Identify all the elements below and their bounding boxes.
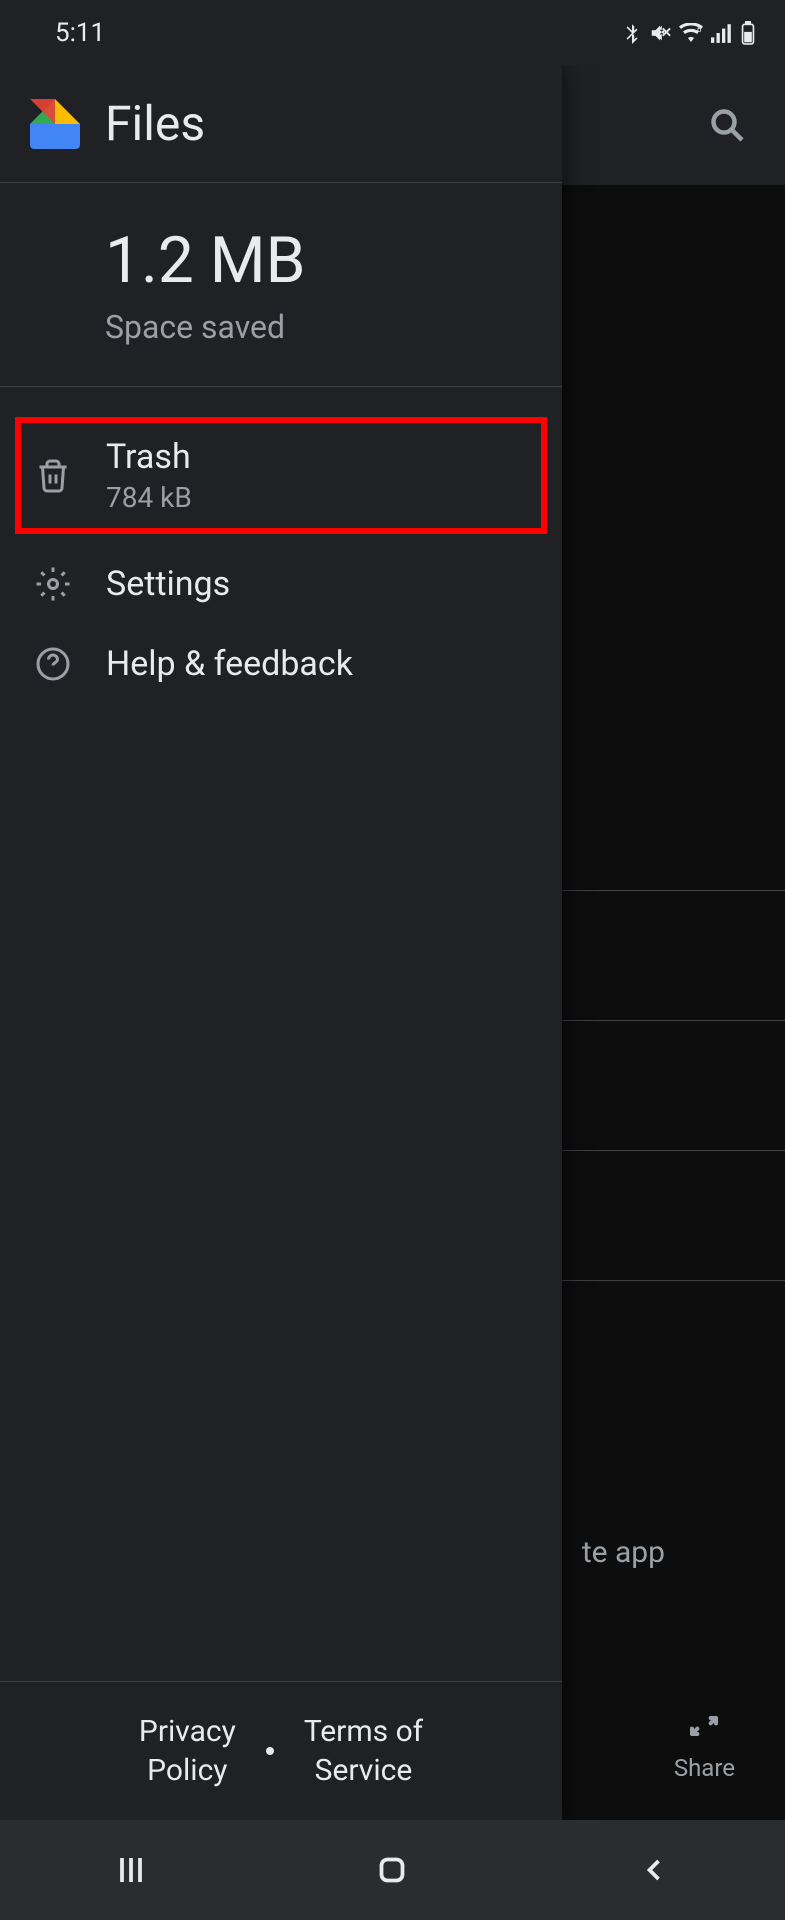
home-nav-icon[interactable]: [374, 1852, 410, 1888]
space-saved-section[interactable]: 1.2 MB Space saved: [0, 183, 562, 387]
help-icon: [35, 646, 71, 682]
bg-partial-text: te app: [582, 1535, 665, 1570]
status-time: 5:11: [55, 18, 105, 48]
terms-of-service-link[interactable]: Terms of Service: [304, 1712, 423, 1790]
drawer-footer: Privacy Policy Terms of Service: [0, 1681, 562, 1820]
back-nav-icon[interactable]: [636, 1852, 672, 1888]
drawer-title: Files: [105, 95, 205, 152]
menu-item-help[interactable]: Help & feedback: [0, 624, 562, 704]
share-arrows-icon: [688, 1710, 720, 1742]
recents-nav-icon[interactable]: [113, 1852, 149, 1888]
menu-item-settings[interactable]: Settings: [0, 544, 562, 624]
menu-sublabel: 784 kB: [106, 481, 192, 514]
menu-item-trash[interactable]: Trash 784 kB: [15, 417, 547, 534]
privacy-policy-link[interactable]: Privacy Policy: [139, 1712, 236, 1790]
files-logo-icon: [30, 99, 80, 149]
menu-label: Trash: [106, 437, 192, 477]
signal-icon: [711, 23, 733, 43]
battery-icon: [741, 21, 755, 45]
mute-icon: [649, 22, 671, 44]
space-value: 1.2 MB: [105, 223, 532, 298]
search-icon[interactable]: [709, 107, 745, 143]
footer-separator: [266, 1747, 274, 1755]
bluetooth-icon: [623, 22, 641, 44]
wifi-icon: 6: [679, 23, 703, 43]
menu-items: Trash 784 kB Settings Help & feedback: [0, 387, 562, 704]
navigation-drawer: Files 1.2 MB Space saved Trash 784 kB Se…: [0, 65, 562, 1820]
svg-text:6: 6: [697, 25, 702, 34]
space-label: Space saved: [105, 308, 532, 346]
trash-icon: [35, 458, 71, 494]
share-button[interactable]: Share: [674, 1710, 735, 1782]
status-icons: 6: [623, 21, 755, 45]
gear-icon: [35, 566, 71, 602]
menu-label: Help & feedback: [106, 644, 353, 684]
status-bar: 5:11 6: [0, 0, 785, 65]
share-label: Share: [674, 1754, 735, 1782]
menu-label: Settings: [106, 564, 230, 604]
drawer-header: Files: [0, 65, 562, 183]
android-nav-bar: [0, 1820, 785, 1920]
